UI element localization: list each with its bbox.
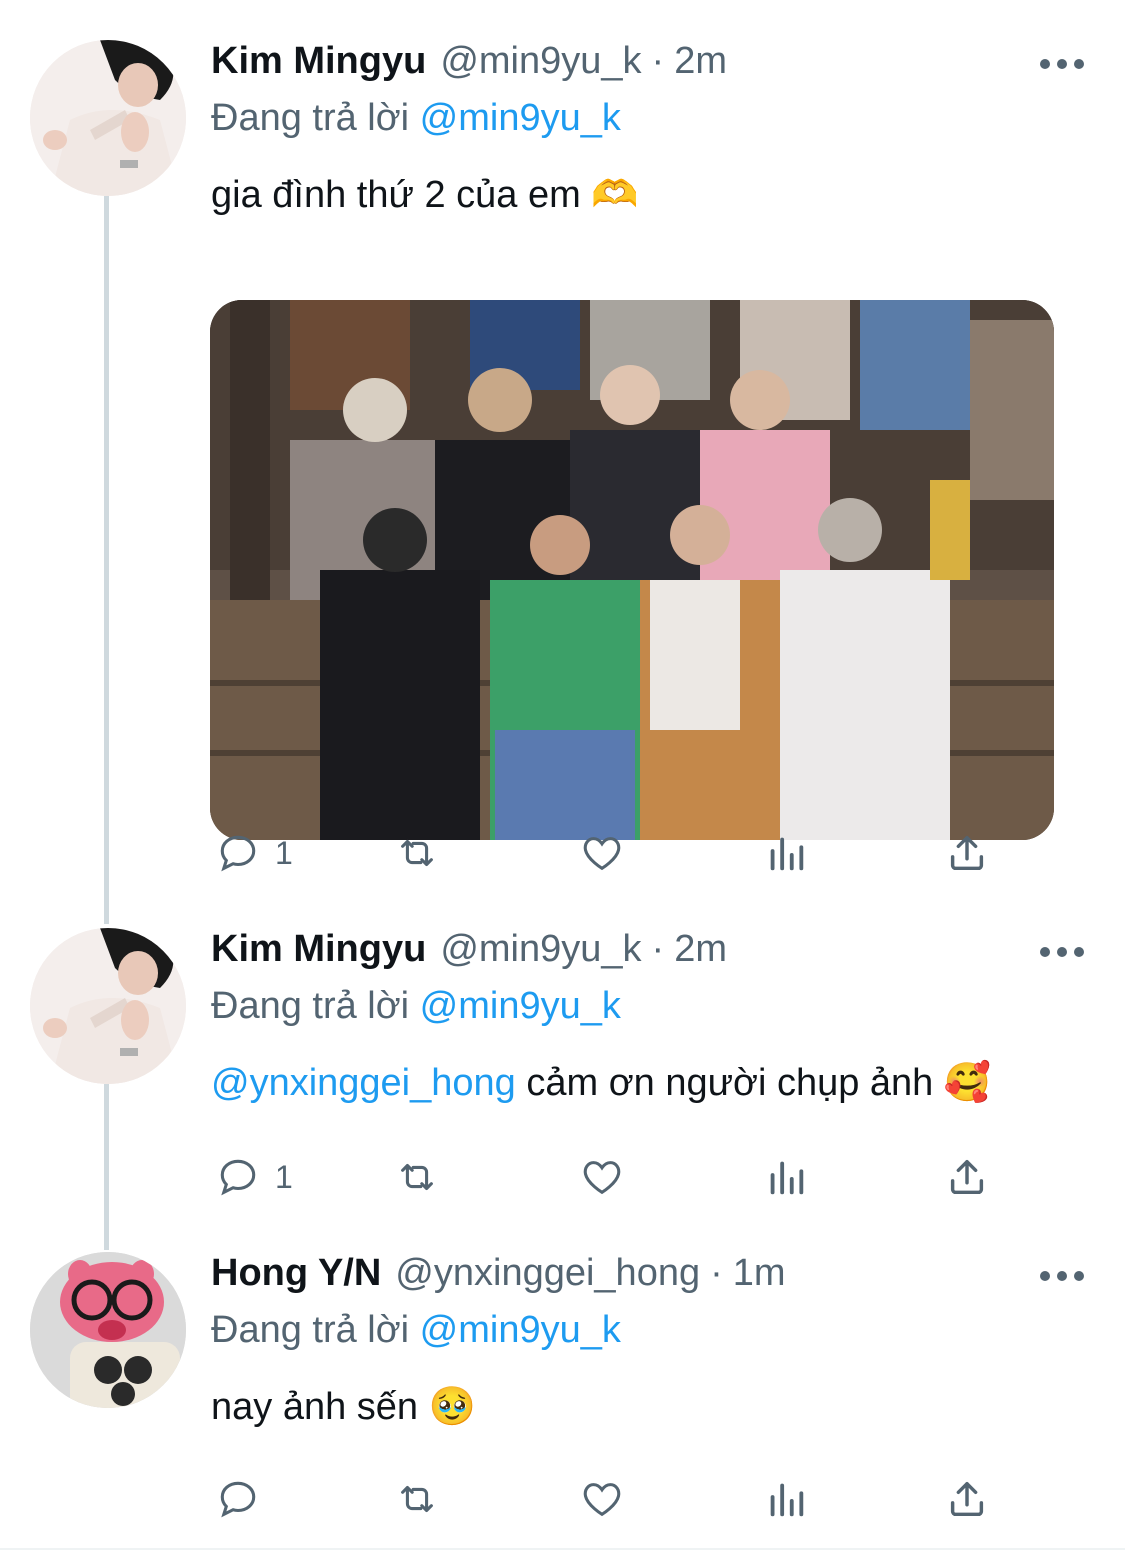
retweet-icon: [401, 839, 433, 867]
retweet-button[interactable]: [394, 828, 440, 878]
reply-count: 1: [275, 834, 293, 871]
tweet-text-body: cảm ơn người chụp ảnh 🥰: [515, 1062, 992, 1104]
replying-to-label: Đang trả lời: [211, 985, 410, 1027]
views-icon: [770, 1483, 804, 1517]
like-icon: [583, 837, 621, 871]
share-button[interactable]: [944, 1474, 990, 1524]
tweet-text: nay ảnh sến 🥹: [211, 1386, 476, 1428]
views-button[interactable]: [763, 828, 809, 878]
tweet-media-photo[interactable]: [210, 300, 1054, 840]
avatar[interactable]: [30, 928, 186, 1084]
tweet-header: Kim Mingyu @min9yu_k · 2m: [211, 40, 727, 100]
replying-to: Đang trả lời @min9yu_k: [211, 97, 621, 140]
tweet[interactable]: Hong Y/N @ynxinggei_hong · 1m Đang trả l…: [0, 1252, 1125, 1542]
more-icon[interactable]: [1040, 1266, 1084, 1286]
like-button[interactable]: [579, 1152, 625, 1202]
share-button[interactable]: [944, 1152, 990, 1202]
replying-to: Đang trả lời @min9yu_k: [211, 1309, 621, 1352]
timestamp[interactable]: 2m: [674, 928, 727, 971]
replying-to-handle[interactable]: @min9yu_k: [420, 97, 621, 139]
views-icon: [770, 837, 804, 871]
tweet-header: Kim Mingyu @min9yu_k · 2m: [211, 928, 727, 988]
more-icon[interactable]: [1040, 54, 1084, 74]
tweet-text: @ynxinggei_hong cảm ơn người chụp ảnh 🥰: [211, 1061, 991, 1105]
views-button[interactable]: [763, 1474, 809, 1524]
reply-count: 1: [275, 1158, 293, 1195]
tweet-header: Hong Y/N @ynxinggei_hong · 1m: [211, 1252, 786, 1312]
mention-link[interactable]: @ynxinggei_hong: [211, 1062, 516, 1104]
separator: ·: [710, 1252, 723, 1294]
share-icon: [950, 1481, 984, 1517]
replying-to: Đang trả lời @min9yu_k: [211, 985, 621, 1028]
separator: ·: [651, 928, 665, 970]
avatar[interactable]: [30, 40, 186, 196]
tweet-text: gia đình thứ 2 của em 🫶: [211, 174, 639, 216]
views-icon: [770, 1161, 804, 1195]
retweet-icon: [401, 1485, 433, 1513]
reply-icon: [220, 1481, 256, 1518]
share-icon: [950, 835, 984, 871]
like-icon: [583, 1483, 621, 1517]
timestamp[interactable]: 1m: [733, 1252, 786, 1295]
retweet-icon: [401, 1163, 433, 1191]
display-name[interactable]: Kim Mingyu: [211, 928, 426, 971]
reply-icon: [220, 835, 256, 872]
reply-button[interactable]: 1: [215, 828, 293, 878]
tweet[interactable]: Kim Mingyu @min9yu_k · 2m Đang trả lời @…: [0, 40, 1125, 900]
separator: ·: [651, 40, 665, 82]
divider: [0, 1548, 1125, 1550]
tweet[interactable]: Kim Mingyu @min9yu_k · 2m Đang trả lời @…: [0, 928, 1125, 1198]
user-handle[interactable]: @min9yu_k: [440, 928, 641, 971]
replying-to-label: Đang trả lời: [211, 1309, 410, 1351]
replying-to-handle[interactable]: @min9yu_k: [420, 985, 621, 1027]
reply-button[interactable]: [215, 1474, 275, 1524]
like-icon: [583, 1161, 621, 1195]
display-name[interactable]: Kim Mingyu: [211, 40, 426, 83]
tweet-actions: 1: [211, 828, 1001, 878]
replying-to-handle[interactable]: @min9yu_k: [420, 1309, 621, 1351]
timestamp[interactable]: 2m: [674, 40, 727, 83]
tweet-actions: [211, 1474, 1001, 1524]
like-button[interactable]: [579, 828, 625, 878]
user-handle[interactable]: @ynxinggei_hong: [395, 1252, 700, 1295]
retweet-button[interactable]: [394, 1474, 440, 1524]
more-icon[interactable]: [1040, 942, 1084, 962]
share-button[interactable]: [944, 828, 990, 878]
replying-to-label: Đang trả lời: [211, 97, 410, 139]
avatar[interactable]: [30, 1252, 186, 1408]
user-handle[interactable]: @min9yu_k: [440, 40, 641, 83]
tweet-actions: 1: [211, 1152, 1001, 1202]
reply-button[interactable]: 1: [215, 1152, 293, 1202]
views-button[interactable]: [763, 1152, 809, 1202]
reply-icon: [220, 1159, 256, 1196]
share-icon: [950, 1159, 984, 1195]
display-name[interactable]: Hong Y/N: [211, 1252, 381, 1295]
retweet-button[interactable]: [394, 1152, 440, 1202]
like-button[interactable]: [579, 1474, 625, 1524]
